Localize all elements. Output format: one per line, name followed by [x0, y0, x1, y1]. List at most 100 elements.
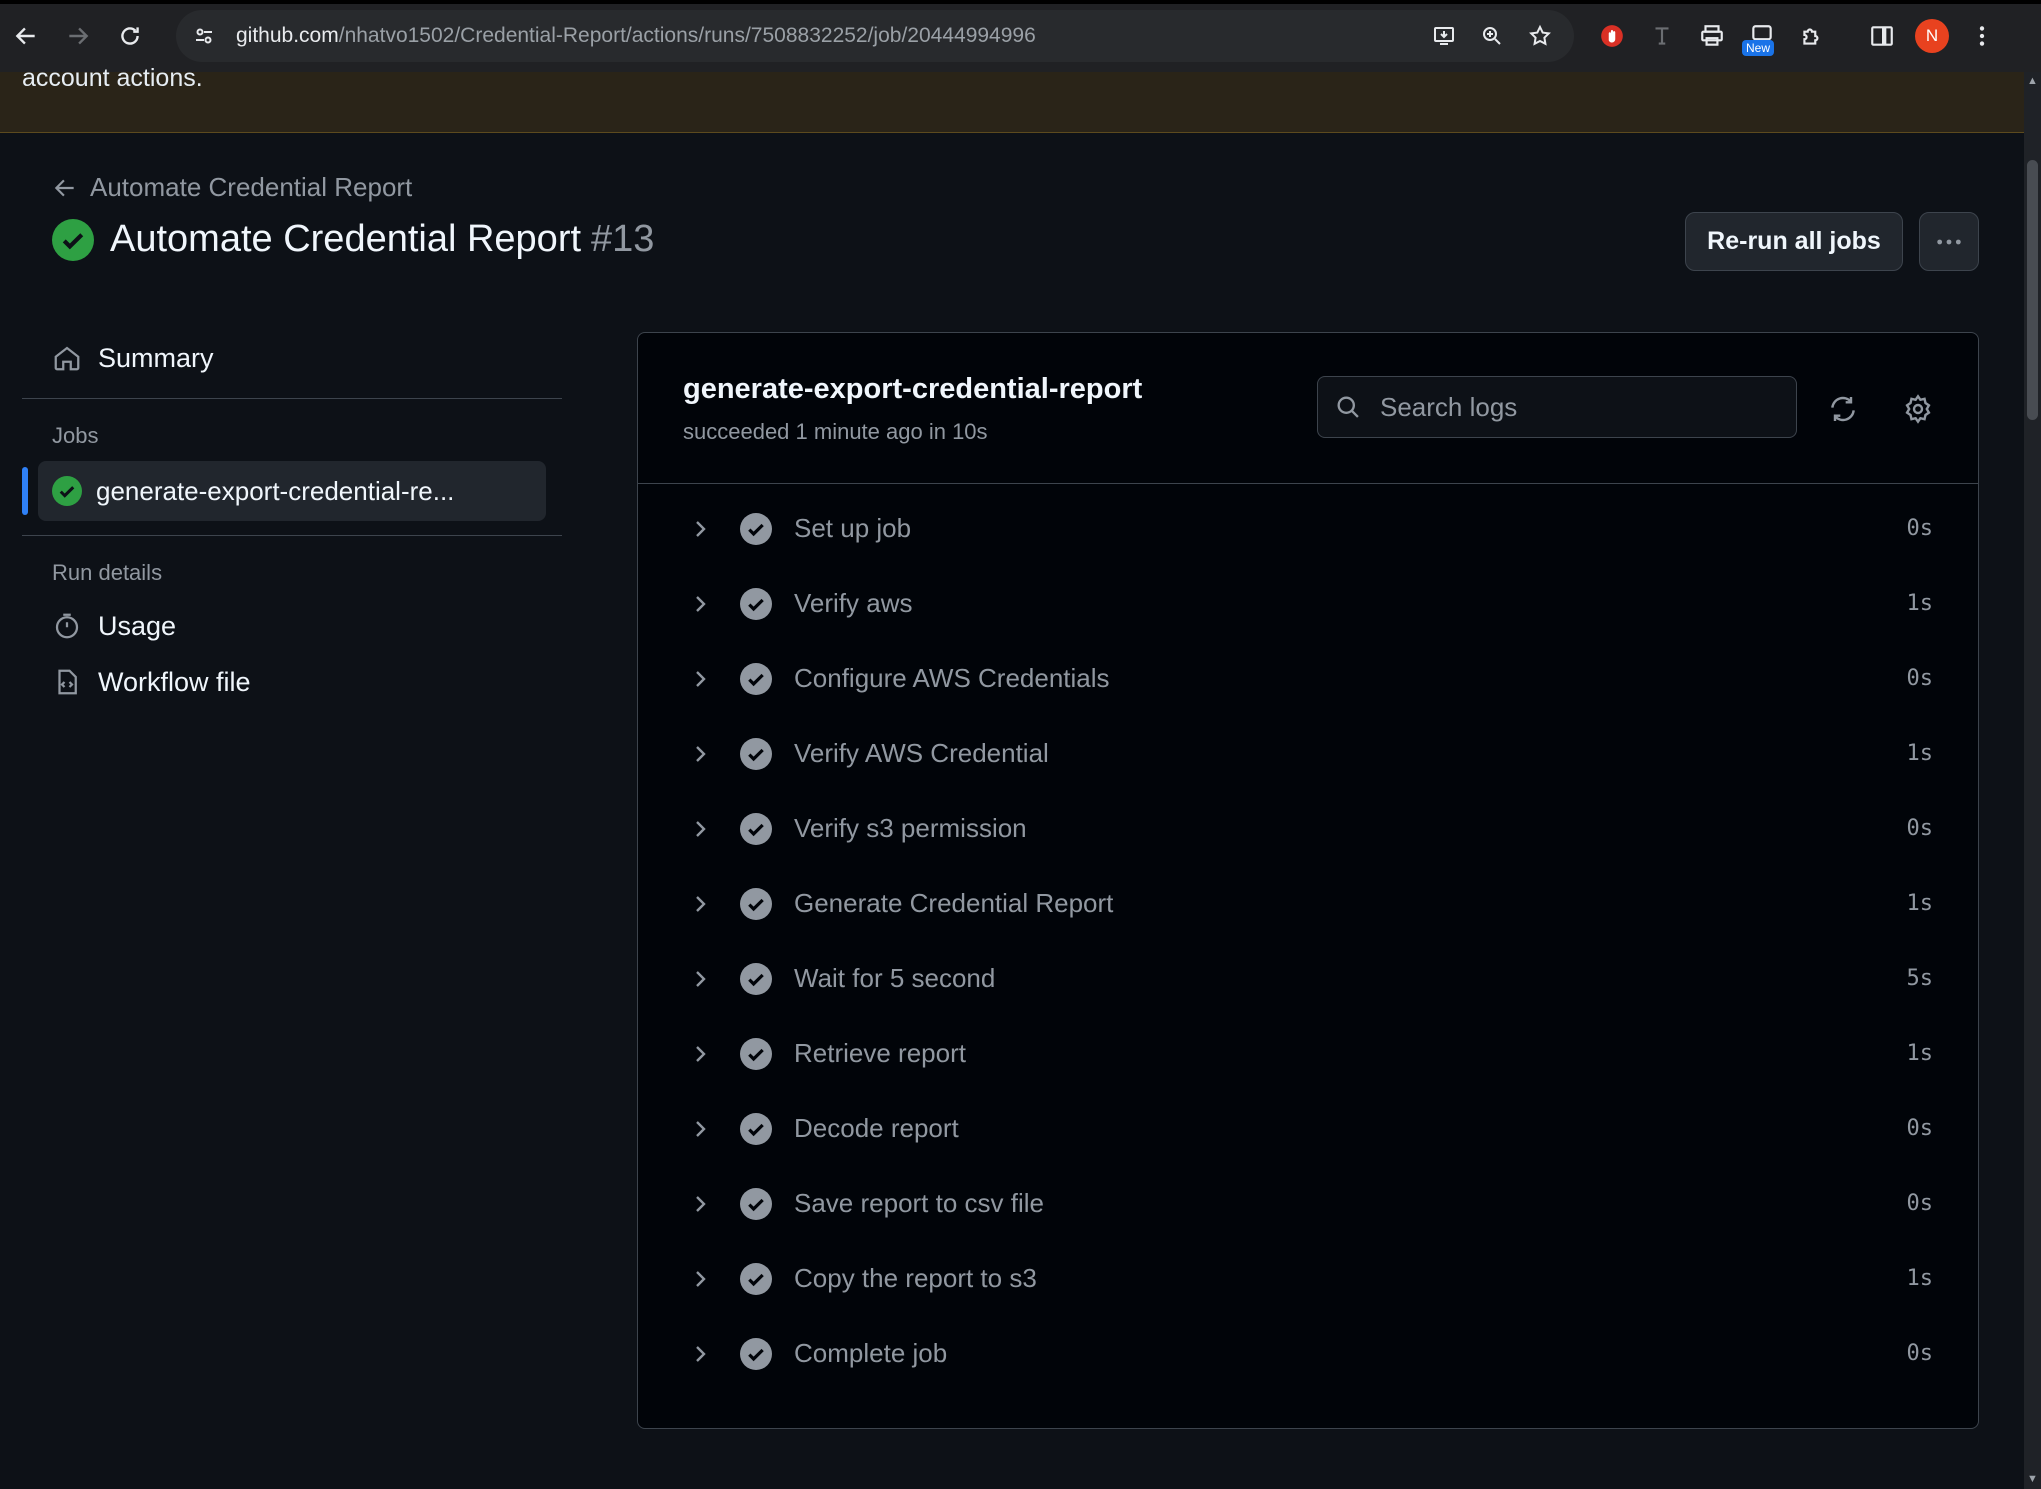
search-icon: [1337, 396, 1359, 418]
sidebar-run-details-heading: Run details: [52, 560, 163, 585]
workflow-back-link[interactable]: Automate Credential Report: [52, 172, 412, 203]
job-header: generate-export-credential-report succee…: [638, 333, 1978, 484]
step-success-icon: [740, 737, 772, 770]
search-logs-input[interactable]: [1378, 390, 1762, 424]
chevron-right-icon[interactable]: [688, 892, 712, 916]
browser-toolbar: github.com/nhatvo1502/Credential-Report/…: [0, 0, 2041, 72]
job-title: generate-export-credential-report: [683, 373, 1143, 405]
sidebar-usage-label: Usage: [98, 610, 177, 641]
back-link-label: Automate Credential Report: [90, 172, 413, 202]
scroll-down-icon[interactable]: ▼: [2027, 1474, 2038, 1485]
back-arrow-icon[interactable]: [0, 10, 52, 62]
step-row[interactable]: Copy the report to s3 1s: [638, 1241, 1978, 1316]
step-name: Wait for 5 second: [794, 963, 996, 993]
sidebar-jobs-heading: Jobs: [52, 423, 99, 448]
forward-arrow-icon[interactable]: [52, 10, 104, 62]
bookmark-star-icon[interactable]: [1520, 16, 1560, 56]
job-log-panel: generate-export-credential-report succee…: [637, 332, 1979, 1429]
chevron-right-icon[interactable]: [688, 592, 712, 616]
run-number: #13: [591, 218, 655, 260]
profile-avatar[interactable]: N: [1910, 14, 1954, 58]
step-success-icon: [740, 887, 772, 920]
step-row[interactable]: Complete job 0s: [638, 1316, 1978, 1391]
zoom-icon[interactable]: [1472, 16, 1512, 56]
step-row[interactable]: Generate Credential Report 1s: [638, 866, 1978, 941]
arrow-left-icon: [54, 179, 74, 196]
step-success-icon: [740, 662, 772, 695]
sidebar-divider: [22, 398, 562, 399]
step-success-icon: [740, 962, 772, 995]
more-actions-button[interactable]: [1919, 212, 1979, 271]
extensions-puzzle-icon[interactable]: [1790, 14, 1834, 58]
step-duration: 0s: [1906, 1341, 1934, 1366]
step-name: Copy the report to s3: [794, 1263, 1037, 1293]
active-job-indicator: [22, 467, 28, 515]
chevron-right-icon[interactable]: [688, 817, 712, 841]
install-app-icon[interactable]: [1424, 16, 1464, 56]
file-code-icon: [58, 669, 77, 695]
url-text[interactable]: github.com/nhatvo1502/Credential-Report/…: [236, 24, 1036, 48]
step-duration: 1s: [1906, 1041, 1934, 1066]
step-name: Verify s3 permission: [794, 813, 1027, 843]
step-success-icon: [740, 1037, 772, 1070]
side-panel-icon[interactable]: [1860, 14, 1904, 58]
text-extension-icon[interactable]: [1640, 14, 1684, 58]
search-logs-box[interactable]: [1317, 376, 1797, 438]
sidebar-divider: [22, 535, 562, 536]
step-duration: 0s: [1906, 666, 1934, 691]
stopwatch-icon: [55, 613, 79, 639]
site-settings-icon[interactable]: [182, 14, 226, 58]
step-row[interactable]: Set up job 0s: [638, 491, 1978, 566]
banner-text: account actions.: [22, 64, 203, 92]
chevron-right-icon[interactable]: [688, 517, 712, 541]
chevron-right-icon[interactable]: [688, 1042, 712, 1066]
chevron-right-icon[interactable]: [688, 742, 712, 766]
chevron-right-icon[interactable]: [688, 967, 712, 991]
kebab-horizontal-icon: [1937, 239, 1961, 244]
chevron-right-icon[interactable]: [688, 1117, 712, 1141]
success-check-icon: [52, 218, 94, 261]
chevron-right-icon[interactable]: [688, 1192, 712, 1216]
step-name: Decode report: [794, 1113, 959, 1143]
page-scrollbar[interactable]: ▲ ▼: [2024, 72, 2041, 1489]
stop-extension-icon[interactable]: [1590, 14, 1634, 58]
step-success-icon: [740, 1337, 772, 1370]
step-row[interactable]: Save report to csv file 0s: [638, 1166, 1978, 1241]
step-row[interactable]: Verify aws 1s: [638, 566, 1978, 641]
job-status: succeeded 1 minute ago in 10s: [683, 419, 988, 444]
step-row[interactable]: Retrieve report 1s: [638, 1016, 1978, 1091]
step-row[interactable]: Verify AWS Credential 1s: [638, 716, 1978, 791]
step-name: Complete job: [794, 1338, 948, 1368]
scroll-up-icon[interactable]: ▲: [2027, 76, 2038, 87]
reload-icon[interactable]: [104, 10, 156, 62]
step-row[interactable]: Decode report 0s: [638, 1091, 1978, 1166]
step-duration: 0s: [1906, 1116, 1934, 1141]
step-name: Set up job: [794, 513, 912, 543]
sidebar-item-workflow-file[interactable]: Workflow file: [22, 654, 562, 710]
step-row[interactable]: Configure AWS Credentials 0s: [638, 641, 1978, 716]
browser-menu-icon[interactable]: [1960, 14, 2004, 58]
step-name: Verify aws: [794, 588, 913, 618]
scroll-thumb[interactable]: [2027, 160, 2038, 420]
gear-icon[interactable]: [1900, 391, 1936, 427]
step-row[interactable]: Verify s3 permission 0s: [638, 791, 1978, 866]
warning-banner: account actions.: [0, 64, 2024, 133]
step-duration: 0s: [1906, 816, 1934, 841]
step-name: Save report to csv file: [794, 1188, 1044, 1218]
chevron-right-icon[interactable]: [688, 1267, 712, 1291]
sidebar-item-summary[interactable]: Summary: [22, 330, 562, 386]
new-extension-icon[interactable]: New: [1740, 14, 1784, 58]
step-row[interactable]: Wait for 5 second 5s: [638, 941, 1978, 1016]
chevron-right-icon[interactable]: [688, 667, 712, 691]
sidebar-item-usage[interactable]: Usage: [22, 598, 562, 654]
home-icon: [54, 346, 80, 371]
sidebar-item-job[interactable]: generate-export-credential-re...: [22, 461, 546, 521]
chevron-right-icon[interactable]: [688, 1342, 712, 1366]
rerun-all-jobs-button[interactable]: Re-run all jobs: [1685, 212, 1903, 271]
printer-extension-icon[interactable]: [1690, 14, 1734, 58]
sidebar-summary-label: Summary: [98, 342, 214, 373]
refresh-icon[interactable]: [1825, 391, 1861, 427]
address-bar[interactable]: github.com/nhatvo1502/Credential-Report/…: [176, 10, 1574, 62]
tab-strip-edge: [0, 0, 2041, 4]
step-success-icon: [740, 812, 772, 845]
